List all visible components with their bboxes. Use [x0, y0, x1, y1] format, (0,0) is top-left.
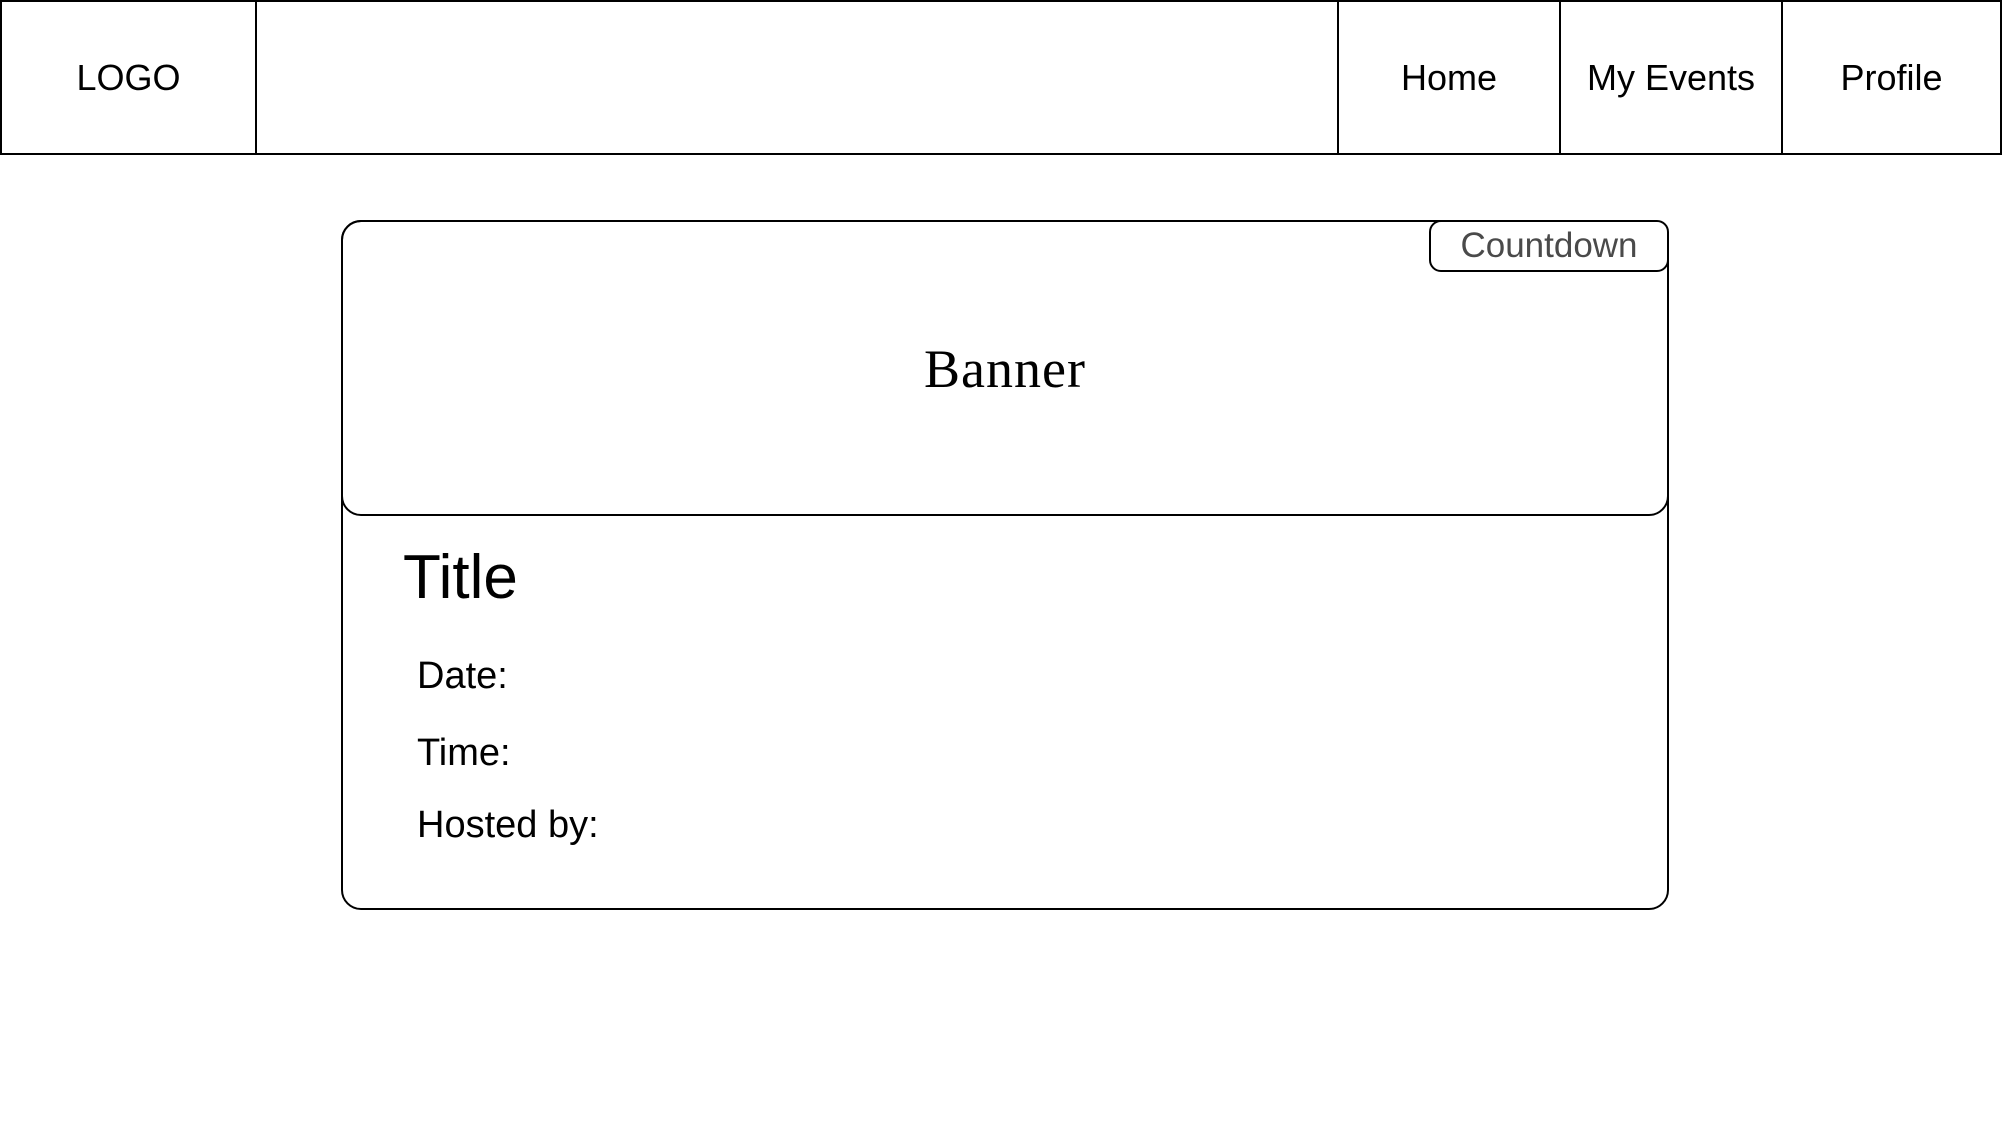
- countdown-badge: Countdown: [1429, 220, 1669, 272]
- nav-home[interactable]: Home: [1337, 0, 1559, 155]
- nav-profile[interactable]: Profile: [1781, 0, 2002, 155]
- event-time-label: Time:: [417, 732, 511, 774]
- header-spacer: [255, 0, 1337, 155]
- event-hosted-by-label: Hosted by:: [417, 804, 599, 846]
- event-banner: Banner Countdown: [341, 220, 1669, 516]
- top-navigation-bar: LOGO Home My Events Profile: [0, 0, 2002, 155]
- banner-label: Banner: [924, 339, 1086, 399]
- nav-my-events[interactable]: My Events: [1559, 0, 1781, 155]
- event-date-label: Date:: [417, 655, 508, 697]
- event-title: Title: [403, 543, 518, 612]
- logo[interactable]: LOGO: [0, 0, 255, 155]
- event-card: Banner Countdown Title Date: Time: Hoste…: [341, 220, 1669, 910]
